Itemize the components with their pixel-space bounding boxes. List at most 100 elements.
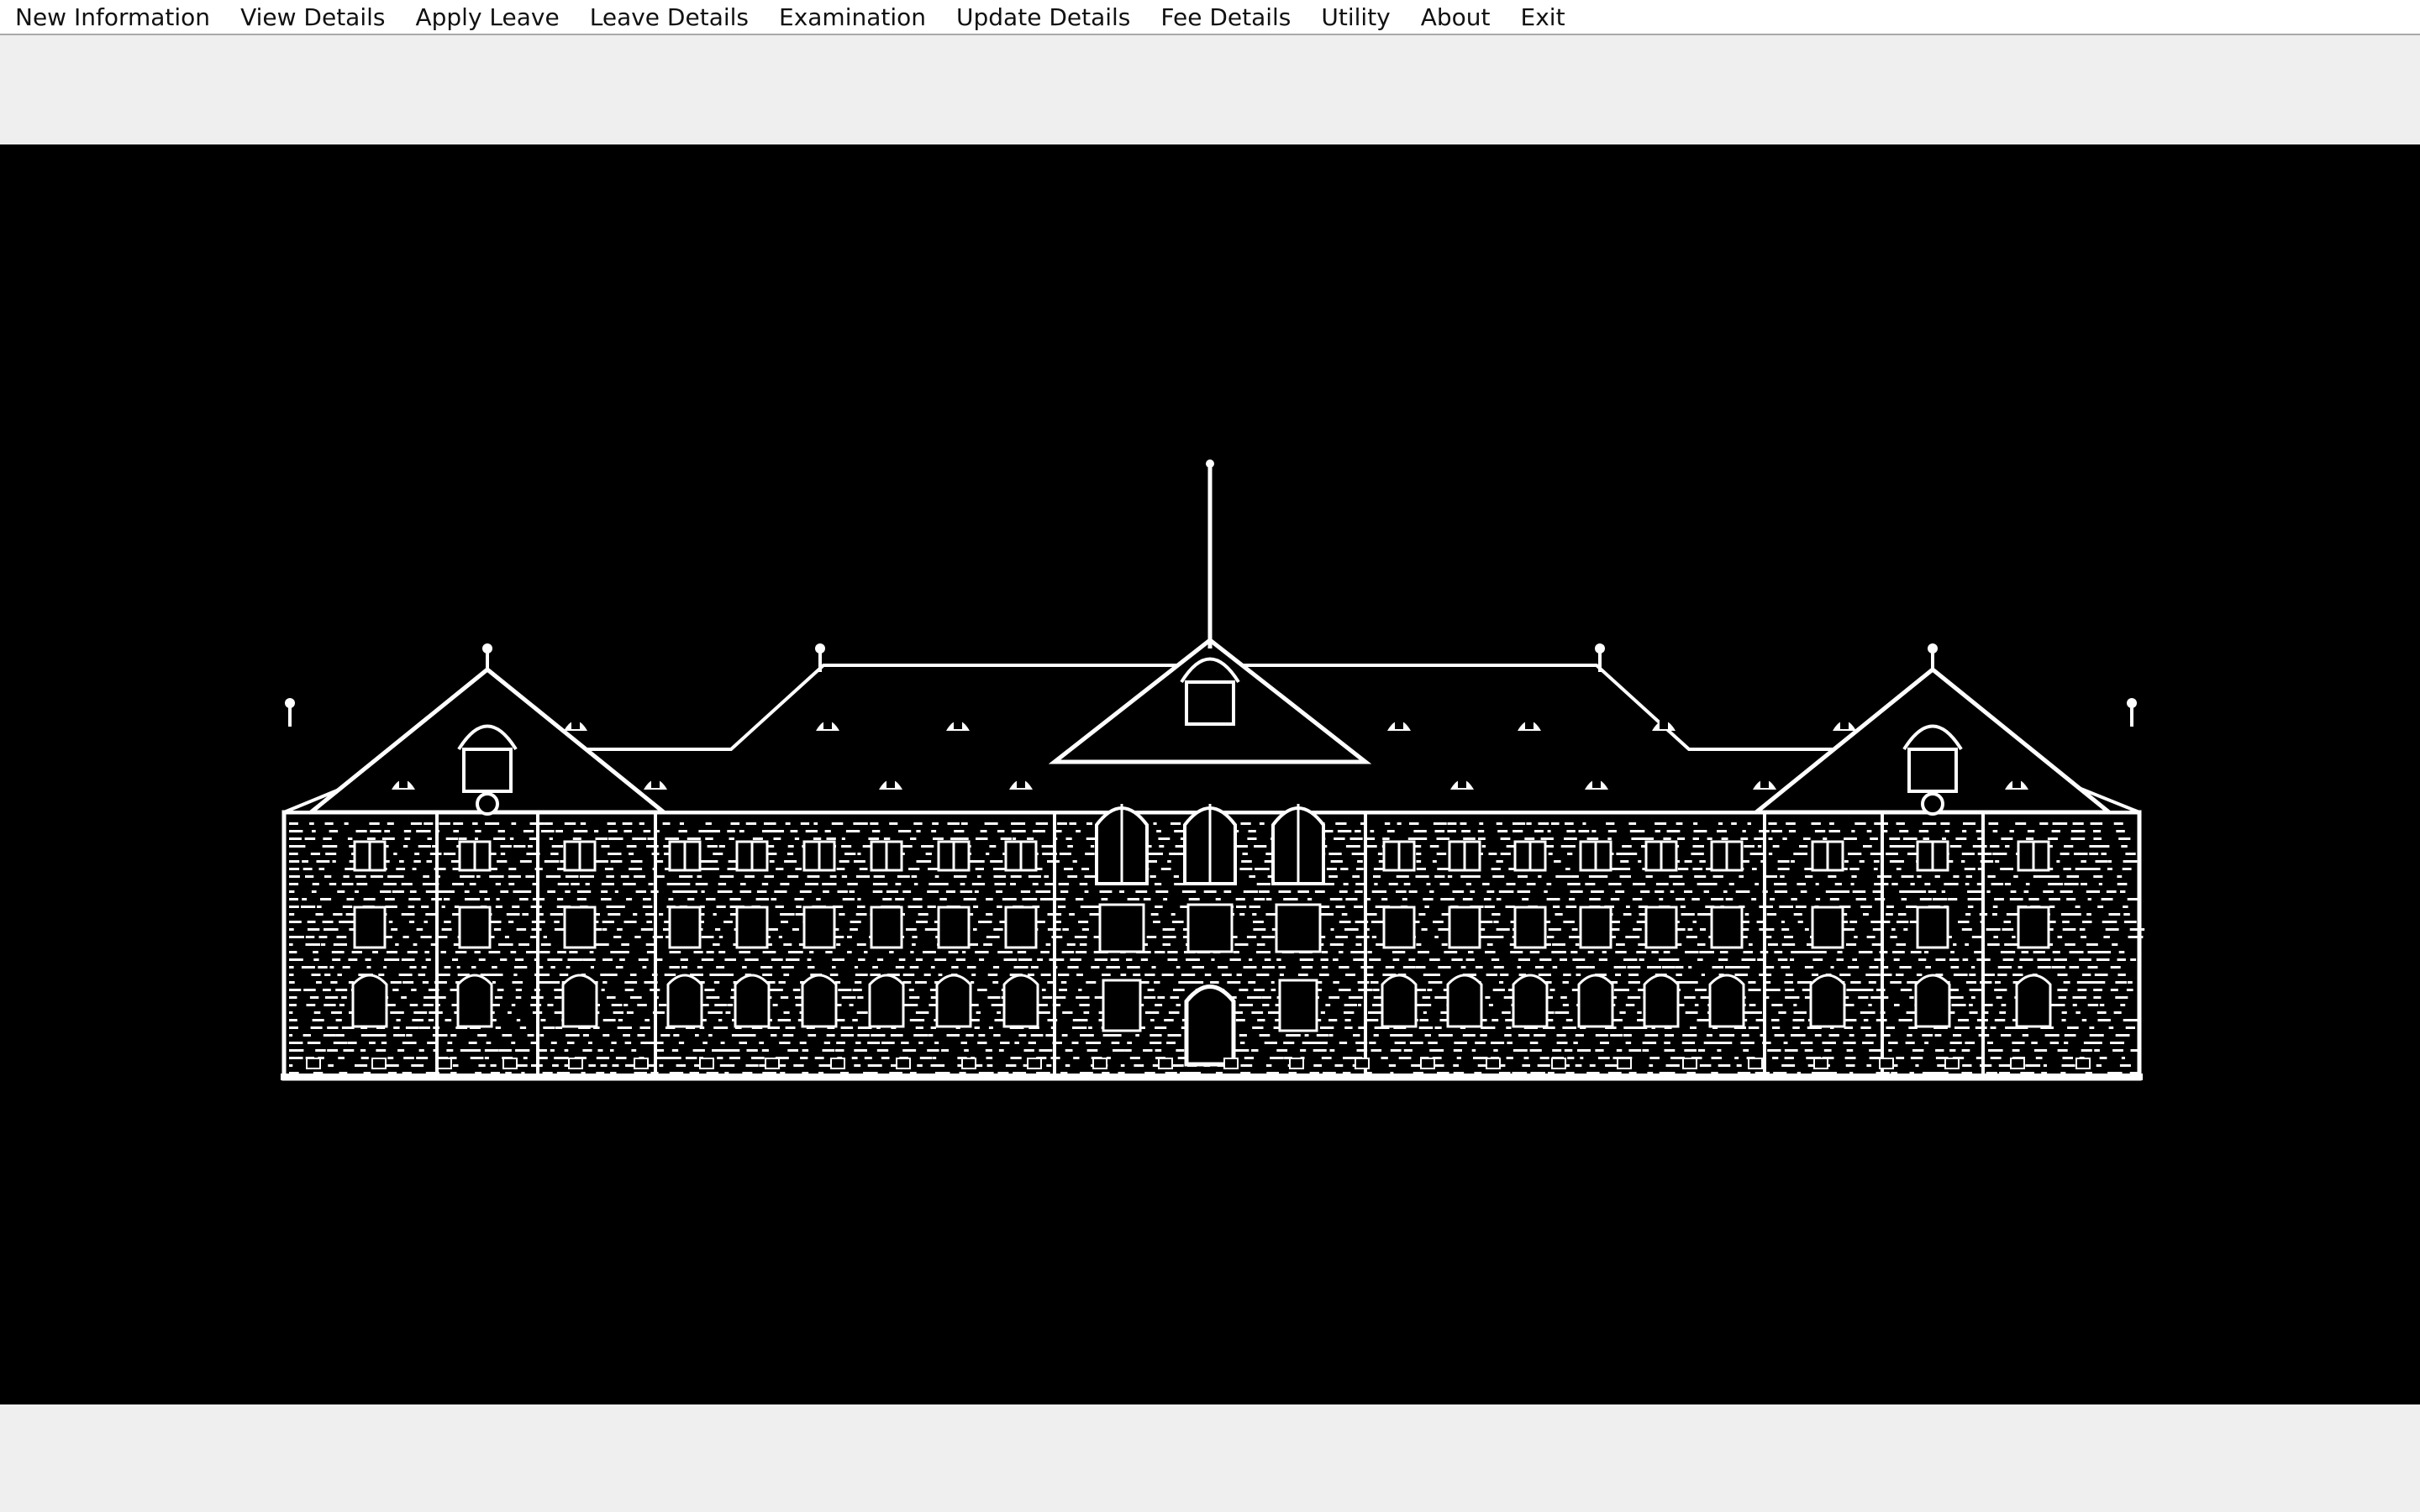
window-middle <box>937 906 971 949</box>
window-middle <box>1513 906 1547 949</box>
window-bottom <box>935 974 972 1028</box>
background-image-panel <box>0 144 2420 1404</box>
window-middle <box>563 906 597 949</box>
basement-window <box>634 1058 649 1069</box>
window-bottom <box>351 974 388 1028</box>
window-middle <box>1004 906 1038 949</box>
window-bottom <box>1708 974 1745 1028</box>
menu-bar: New Information View Details Apply Leave… <box>0 0 2420 35</box>
dormer-window <box>1017 780 1025 788</box>
window-middle <box>870 906 903 949</box>
finial-knob <box>482 643 492 654</box>
basement-window <box>896 1058 911 1069</box>
window-middle <box>1811 906 1844 949</box>
window-bottom <box>1446 974 1483 1028</box>
dormer-window <box>399 780 408 788</box>
building-illustration <box>281 459 2145 1081</box>
menu-apply-leave[interactable]: Apply Leave <box>400 0 574 34</box>
window-middle <box>802 906 836 949</box>
dormer-window <box>571 721 580 729</box>
center-window-middle <box>1098 903 1145 953</box>
basement-window <box>2075 1058 2091 1069</box>
window-middle <box>458 906 492 949</box>
window-bottom <box>1809 974 1846 1028</box>
basement-window <box>961 1058 976 1069</box>
basement-window <box>765 1058 780 1069</box>
window-middle <box>1448 906 1481 949</box>
window-middle <box>2017 906 2050 949</box>
window-bottom <box>1381 974 1418 1028</box>
menu-fee-details[interactable]: Fee Details <box>1145 0 1306 34</box>
dormer-window <box>1760 780 1769 788</box>
dormer-window <box>823 721 832 729</box>
window-middle <box>1382 906 1416 949</box>
finial-knob <box>1595 643 1605 654</box>
lantern <box>462 748 513 793</box>
basement-window <box>1289 1058 1304 1069</box>
dormer-window <box>954 721 962 729</box>
dormer-window <box>1660 721 1668 729</box>
basement-window <box>1879 1058 1894 1069</box>
finial-knob <box>2127 698 2137 708</box>
bottom-area <box>0 1404 2420 1512</box>
dormer-window <box>1840 721 1849 729</box>
basement-window <box>1355 1058 1370 1069</box>
basement-window <box>1420 1058 1435 1069</box>
center-window-middle <box>1275 903 1322 953</box>
menu-leave-details[interactable]: Leave Details <box>575 0 764 34</box>
basement-window <box>1682 1058 1697 1069</box>
menu-view-details[interactable]: View Details <box>225 0 400 34</box>
window-middle <box>1644 906 1678 949</box>
center-window-middle <box>1186 903 1234 953</box>
window-bottom <box>561 974 598 1028</box>
window-bottom <box>666 974 703 1028</box>
basement-window <box>306 1058 321 1069</box>
finial-knob <box>285 698 295 708</box>
menu-exit[interactable]: Exit <box>1506 0 1581 34</box>
window-middle <box>353 906 387 949</box>
toolbar-area <box>0 35 2420 144</box>
dormer-window <box>1458 780 1466 788</box>
window-bottom <box>868 974 905 1028</box>
main-entrance-door <box>1184 984 1236 1067</box>
basement-window <box>830 1058 845 1069</box>
basement-window <box>1158 1058 1173 1069</box>
basement-window <box>502 1058 518 1069</box>
basement-window <box>1551 1058 1566 1069</box>
window-bottom <box>2015 974 2052 1028</box>
lantern <box>1185 680 1235 726</box>
basement-window <box>2010 1058 2025 1069</box>
menu-utility[interactable]: Utility <box>1306 0 1405 34</box>
menu-examination[interactable]: Examination <box>764 0 941 34</box>
spire-tip <box>1206 459 1214 468</box>
window-middle <box>1710 906 1744 949</box>
basement-window <box>1486 1058 1501 1069</box>
dormer-window <box>2012 780 2021 788</box>
finial-knob <box>1928 643 1938 654</box>
window-middle <box>668 906 702 949</box>
basement-window <box>1813 1058 1828 1069</box>
dormer-window <box>1592 780 1601 788</box>
window-bottom <box>801 974 838 1028</box>
menu-about[interactable]: About <box>1406 0 1506 34</box>
lantern <box>1907 748 1958 793</box>
oculus-window <box>1921 792 1944 816</box>
window-bottom <box>456 974 493 1028</box>
dormer-window <box>886 780 895 788</box>
basement-window <box>437 1058 452 1069</box>
basement-window <box>1748 1058 1763 1069</box>
finial-knob <box>815 643 825 654</box>
basement-window <box>1944 1058 1960 1069</box>
window-middle <box>735 906 769 949</box>
menu-new-information[interactable]: New Information <box>5 0 225 34</box>
window-middle <box>1916 906 1949 949</box>
basement-window <box>371 1058 387 1069</box>
dormer-window <box>651 780 660 788</box>
basement-window <box>1223 1058 1239 1069</box>
basement-window <box>699 1058 714 1069</box>
window-bottom <box>1643 974 1680 1028</box>
basement-window <box>1617 1058 1632 1069</box>
menu-update-details[interactable]: Update Details <box>941 0 1145 34</box>
dormer-window <box>1395 721 1403 729</box>
window-bottom <box>1002 974 1039 1028</box>
